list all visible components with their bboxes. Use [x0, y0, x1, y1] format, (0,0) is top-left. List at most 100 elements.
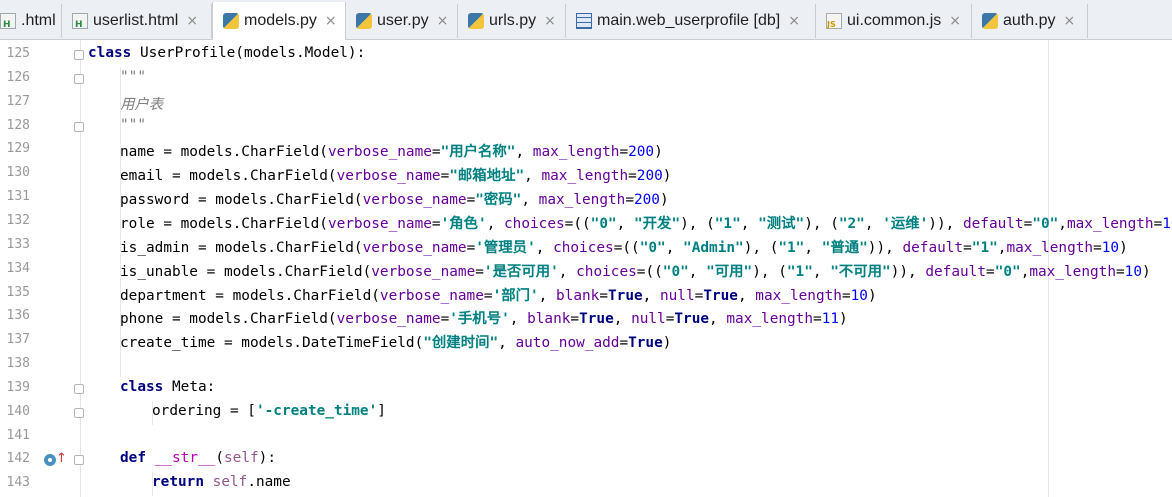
code-line[interactable]: 131 password = models.CharField(verbose_n… — [0, 186, 1172, 210]
code-token: verbose_name — [379, 287, 484, 304]
code-token: "开发" — [634, 215, 681, 232]
code-token: "2" — [838, 215, 865, 232]
code-token: = — [466, 239, 476, 256]
code-token: , — [524, 168, 542, 185]
code-token: ) — [839, 311, 848, 328]
code-token: default — [902, 239, 964, 256]
close-icon[interactable]: × — [186, 13, 198, 29]
close-icon[interactable]: × — [325, 13, 337, 29]
line-number: 138 — [6, 356, 30, 372]
code-text: email = models.CharField(verbose_name="邮… — [120, 164, 671, 185]
tab-userlist-html[interactable]: userlist.html × — [62, 4, 212, 38]
code-text: def __str__(self): — [120, 450, 276, 466]
code-token: def — [120, 450, 146, 467]
fold-marker-icon[interactable] — [74, 407, 84, 418]
code-line[interactable]: 143 return self.name — [0, 472, 1172, 496]
code-token: max_length — [538, 192, 626, 209]
code-token: 200 — [633, 192, 660, 209]
code-text: is_admin = models.CharField(verbose_name… — [120, 236, 1128, 257]
code-line[interactable]: 135 department = models.CharField(verbose… — [0, 282, 1172, 306]
tab-ui-common-js[interactable]: ui.common.js × — [816, 4, 972, 38]
code-token: , — [709, 311, 727, 328]
code-line[interactable]: 129 name = models.CharField(verbose_name=… — [0, 138, 1172, 162]
line-number: 127 — [6, 93, 30, 109]
code-token: True — [674, 311, 710, 328]
code-token: 10 — [1162, 215, 1172, 232]
code-token: "0" — [994, 263, 1021, 280]
code-token: = — [466, 192, 476, 209]
code-line[interactable]: 130 email = models.CharField(verbose_name… — [0, 162, 1172, 186]
code-token: is_unable = models.CharField( — [120, 263, 372, 280]
close-icon[interactable]: × — [1063, 13, 1075, 29]
indent-guide — [120, 66, 121, 377]
close-icon[interactable]: × — [788, 13, 800, 29]
code-line[interactable]: 127 用户表 — [0, 91, 1172, 115]
code-token: True — [703, 287, 738, 304]
code-line[interactable]: 136 phone = models.CharField(verbose_name… — [0, 305, 1172, 329]
code-token: ) — [1119, 239, 1128, 256]
code-token: max_length — [1029, 263, 1116, 280]
code-token: , — [812, 263, 831, 280]
code-line[interactable]: 141 — [0, 425, 1172, 449]
code-token: "邮箱地址" — [449, 168, 525, 185]
code-token: verbose_name — [327, 144, 432, 161]
code-token: "密码" — [475, 192, 522, 209]
code-line[interactable]: 126 """ — [0, 67, 1172, 91]
code-token: = — [694, 287, 704, 304]
code-token: "0" — [639, 239, 666, 256]
code-token: =(( — [636, 263, 663, 280]
tab-html[interactable]: .html× — [0, 4, 62, 38]
override-method-icon[interactable] — [44, 454, 56, 467]
code-token: , — [864, 215, 883, 232]
code-token: = — [1023, 215, 1033, 232]
line-number: 139 — [6, 379, 30, 395]
code-line[interactable]: 125 class UserProfile(models.Model): — [0, 43, 1172, 67]
tab-label: .html — [21, 12, 56, 29]
close-icon[interactable]: × — [437, 13, 449, 29]
code-line[interactable]: 134 is_unable = models.CharField(verbose_… — [0, 258, 1172, 282]
fold-marker-icon[interactable] — [74, 121, 84, 132]
code-line[interactable]: 132 role = models.CharField(verbose_name=… — [0, 210, 1172, 234]
code-token: ) — [662, 168, 672, 185]
code-token: , — [538, 287, 556, 304]
line-number: 143 — [6, 475, 30, 491]
code-token: max_length — [1066, 215, 1154, 232]
code-line[interactable]: 133 is_admin = models.CharField(verbose_n… — [0, 234, 1172, 258]
code-editor[interactable]: 125 class UserProfile(models.Model): 126 ""… — [0, 40, 1172, 497]
code-token: = — [619, 144, 629, 161]
code-token: "1" — [786, 263, 813, 280]
tab-auth-py[interactable]: auth.py × — [972, 4, 1088, 38]
tab-user-py[interactable]: user.py × — [346, 4, 458, 38]
code-token: '角色' — [440, 215, 487, 232]
python-file-icon — [356, 13, 372, 29]
code-line[interactable]: 140 ordering = ['-create_time'] — [0, 401, 1172, 425]
tab-models-py[interactable]: models.py × — [212, 2, 346, 40]
code-token: ) — [659, 192, 669, 209]
code-token: = — [1153, 215, 1163, 232]
code-line[interactable]: 128 """ — [0, 115, 1172, 139]
code-token: 10 — [1101, 239, 1120, 256]
tab-main-web-userprofile-db[interactable]: main.web_userprofile [db] × — [566, 4, 816, 38]
close-icon[interactable]: × — [949, 13, 961, 29]
fold-marker-icon[interactable] — [74, 50, 84, 60]
code-token: email = models.CharField( — [120, 168, 337, 185]
code-token: 10 — [1124, 263, 1142, 280]
code-token: = — [440, 311, 450, 328]
close-icon[interactable]: × — [544, 13, 556, 29]
fold-marker-icon[interactable] — [74, 73, 84, 84]
code-token: "创建时间" — [423, 335, 499, 352]
code-token: default — [925, 263, 987, 280]
code-token: phone = models.CharField( — [120, 311, 337, 328]
code-line[interactable]: 139 class Meta: — [0, 377, 1172, 401]
code-token: = — [625, 192, 634, 209]
tab-urls-py[interactable]: urls.py × — [458, 4, 566, 38]
code-token: auto_now_add — [515, 335, 620, 352]
indent-guide — [152, 400, 153, 425]
code-line[interactable]: 138 — [0, 353, 1172, 377]
code-line[interactable]: 142 def __str__(self): ↑ — [0, 448, 1172, 472]
fold-marker-icon[interactable] — [74, 455, 84, 466]
fold-marker-icon[interactable] — [74, 383, 84, 394]
code-token: ), ( — [804, 215, 839, 232]
code-text: create_time = models.DateTimeField("创建时间… — [120, 331, 671, 352]
code-line[interactable]: 137 create_time = models.DateTimeField("创… — [0, 329, 1172, 353]
